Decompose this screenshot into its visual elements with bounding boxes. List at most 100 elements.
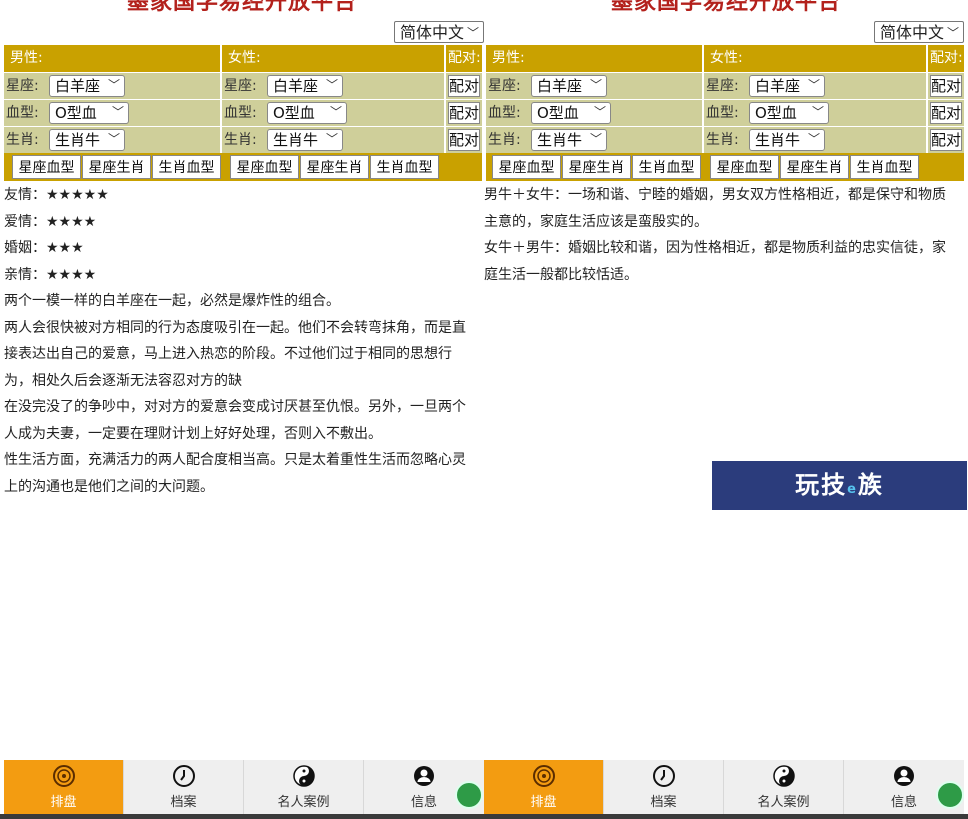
female-zodiac-animal-button[interactable]: 星座生肖 [300, 155, 369, 179]
male-blood-row: 血型: O型血 ﹀ [486, 100, 702, 126]
float-lock-icon[interactable] [455, 781, 483, 809]
pair-header: 配对: [446, 45, 482, 72]
male-zodiac-value: 白羊座 [537, 77, 583, 95]
right-screen: 墨家国学易经开放平台 简体中文 ﹀ 男性: 女性: 配对: 星座: 白羊座 ﹀ 星… [484, 0, 968, 819]
male-zodiac-select[interactable]: 白羊座 ﹀ [49, 75, 125, 97]
tab-label: 档案 [650, 795, 677, 810]
female-header: 女性: [222, 45, 444, 72]
male-blood-select[interactable]: O型血 ﹀ [49, 102, 129, 124]
user-icon [894, 766, 914, 786]
male-animal-row: 生肖: 生肖牛 ﹀ [486, 127, 702, 153]
description-paragraph: 在没完没了的争吵中，对对方的爱意会变成讨厌甚至仇恨。另外，一旦两个人成为夫妻，一… [4, 399, 466, 442]
mode-button-bar: 星座血型 星座生肖 生肖血型 星座血型 星座生肖 生肖血型 [4, 153, 482, 181]
female-animal-select[interactable]: 生肖牛 ﹀ [749, 129, 825, 151]
description-paragraph: 女牛＋男牛：婚姻比较和谐，因为性格相近，都是物质利益的忠实信徒，家庭生活一般都比… [484, 240, 946, 283]
male-blood-select[interactable]: O型血 ﹀ [531, 102, 611, 124]
chevron-down-icon: ﹀ [589, 132, 602, 146]
female-zodiac-animal-button[interactable]: 星座生肖 [780, 155, 849, 179]
clock-icon [172, 765, 195, 787]
float-lock-icon[interactable] [936, 781, 964, 809]
tab-archive[interactable]: 档案 [124, 760, 244, 814]
bottom-edge [0, 814, 968, 819]
chevron-down-icon: ﹀ [329, 105, 342, 119]
tab-famous-cases[interactable]: 名人案例 [244, 760, 364, 814]
blood-label: 血型: [488, 105, 521, 121]
tab-famous-cases[interactable]: 名人案例 [724, 760, 844, 814]
clock-icon [652, 765, 675, 787]
rating-marriage: 婚姻：★★★ [4, 235, 478, 262]
male-zodiac-animal-button[interactable]: 星座生肖 [562, 155, 631, 179]
description-paragraph: 男牛＋女牛：一场和谐、宁睦的婚姻，男女双方性格相近，都是保守和物质主意的，家庭生… [484, 187, 946, 230]
tab-paipan[interactable]: 排盘 [4, 760, 124, 814]
chevron-down-icon: ﹀ [466, 26, 479, 40]
female-zodiac-row: 星座: 白羊座 ﹀ [704, 73, 926, 99]
language-select[interactable]: 简体中文 ﹀ [394, 21, 484, 43]
female-animal-value: 生肖牛 [755, 131, 801, 149]
female-blood-select[interactable]: O型血 ﹀ [749, 102, 829, 124]
female-animal-select[interactable]: 生肖牛 ﹀ [267, 129, 343, 151]
female-header: 女性: [704, 45, 926, 72]
male-zodiac-animal-button[interactable]: 星座生肖 [82, 155, 151, 179]
pair-zodiac-button[interactable]: 配对 [930, 75, 962, 97]
female-blood-select[interactable]: O型血 ﹀ [267, 102, 347, 124]
female-animal-row: 生肖: 生肖牛 ﹀ [222, 127, 444, 153]
male-zodiac-blood-button[interactable]: 星座血型 [492, 155, 561, 179]
female-zodiac-blood-button[interactable]: 星座血型 [710, 155, 779, 179]
pair-blood-button[interactable]: 配对 [448, 102, 480, 124]
chevron-down-icon: ﹀ [593, 105, 606, 119]
pair-blood-button[interactable]: 配对 [930, 102, 962, 124]
animal-label: 生肖: [224, 132, 257, 148]
tab-archive[interactable]: 档案 [604, 760, 724, 814]
pair-animal-button[interactable]: 配对 [930, 129, 962, 151]
chevron-down-icon: ﹀ [325, 78, 338, 92]
female-blood-value: O型血 [755, 104, 797, 122]
tab-label: 档案 [170, 795, 197, 810]
pair-zodiac-button[interactable]: 配对 [448, 75, 480, 97]
female-animal-blood-button[interactable]: 生肖血型 [850, 155, 919, 179]
male-animal-select[interactable]: 生肖牛 ﹀ [49, 129, 125, 151]
male-zodiac-value: 白羊座 [55, 77, 101, 95]
male-zodiac-row: 星座: 白羊座 ﹀ [486, 73, 702, 99]
rating-friendship: 友情：★★★★★ [4, 182, 478, 209]
chevron-down-icon: ﹀ [111, 105, 124, 119]
female-blood-row: 血型: O型血 ﹀ [704, 100, 926, 126]
female-zodiac-value: 白羊座 [273, 77, 319, 95]
chevron-down-icon: ﹀ [946, 26, 959, 40]
rating-family: 亲情：★★★★ [4, 262, 478, 289]
user-icon [414, 766, 434, 786]
female-animal-value: 生肖牛 [273, 131, 319, 149]
rating-label: 婚姻： [4, 240, 46, 256]
result-content: 友情：★★★★★ 爱情：★★★★ 婚姻：★★★ 亲情：★★★★ 两个一模一样的白… [4, 182, 478, 500]
chevron-down-icon: ﹀ [589, 78, 602, 92]
rating-love: 爱情：★★★★ [4, 209, 478, 236]
rating-label: 亲情： [4, 266, 46, 283]
male-zodiac-blood-button[interactable]: 星座血型 [12, 155, 81, 179]
male-animal-blood-button[interactable]: 生肖血型 [632, 155, 701, 179]
chevron-down-icon: ﹀ [811, 105, 824, 119]
female-zodiac-select[interactable]: 白羊座 ﹀ [267, 75, 343, 97]
language-select[interactable]: 简体中文 ﹀ [874, 21, 964, 43]
description-paragraph: 性生活方面，充满活力的两人配合度相当高。只是太着重性生活而忽略心灵上的沟通也是他… [4, 452, 466, 495]
male-blood-value: O型血 [537, 104, 579, 122]
blood-label: 血型: [706, 105, 739, 121]
male-blood-value: O型血 [55, 104, 97, 122]
zodiac-label: 星座: [706, 78, 739, 94]
male-animal-select[interactable]: 生肖牛 ﹀ [531, 129, 607, 151]
rating-stars: ★★★★ [46, 266, 97, 283]
female-animal-row: 生肖: 生肖牛 ﹀ [704, 127, 926, 153]
pair-animal-button[interactable]: 配对 [448, 129, 480, 151]
pair-cell: 配对 [446, 73, 482, 99]
male-animal-blood-button[interactable]: 生肖血型 [152, 155, 221, 179]
female-zodiac-select[interactable]: 白羊座 ﹀ [749, 75, 825, 97]
female-zodiac-blood-button[interactable]: 星座血型 [230, 155, 299, 179]
banner-tail: 族 [857, 471, 884, 499]
tab-paipan[interactable]: 排盘 [484, 760, 604, 814]
female-animal-blood-button[interactable]: 生肖血型 [370, 155, 439, 179]
chevron-down-icon: ﹀ [325, 132, 338, 146]
male-zodiac-select[interactable]: 白羊座 ﹀ [531, 75, 607, 97]
tab-label: 名人案例 [277, 795, 330, 810]
description-paragraph: 两人会很快被对方相同的行为态度吸引在一起。他们不会转弯抹角，而是直接表达出自己的… [4, 319, 466, 389]
rating-stars: ★★★★ [46, 213, 97, 230]
male-blood-row: 血型: O型血 ﹀ [4, 100, 220, 126]
pair-cell: 配对 [446, 100, 482, 126]
